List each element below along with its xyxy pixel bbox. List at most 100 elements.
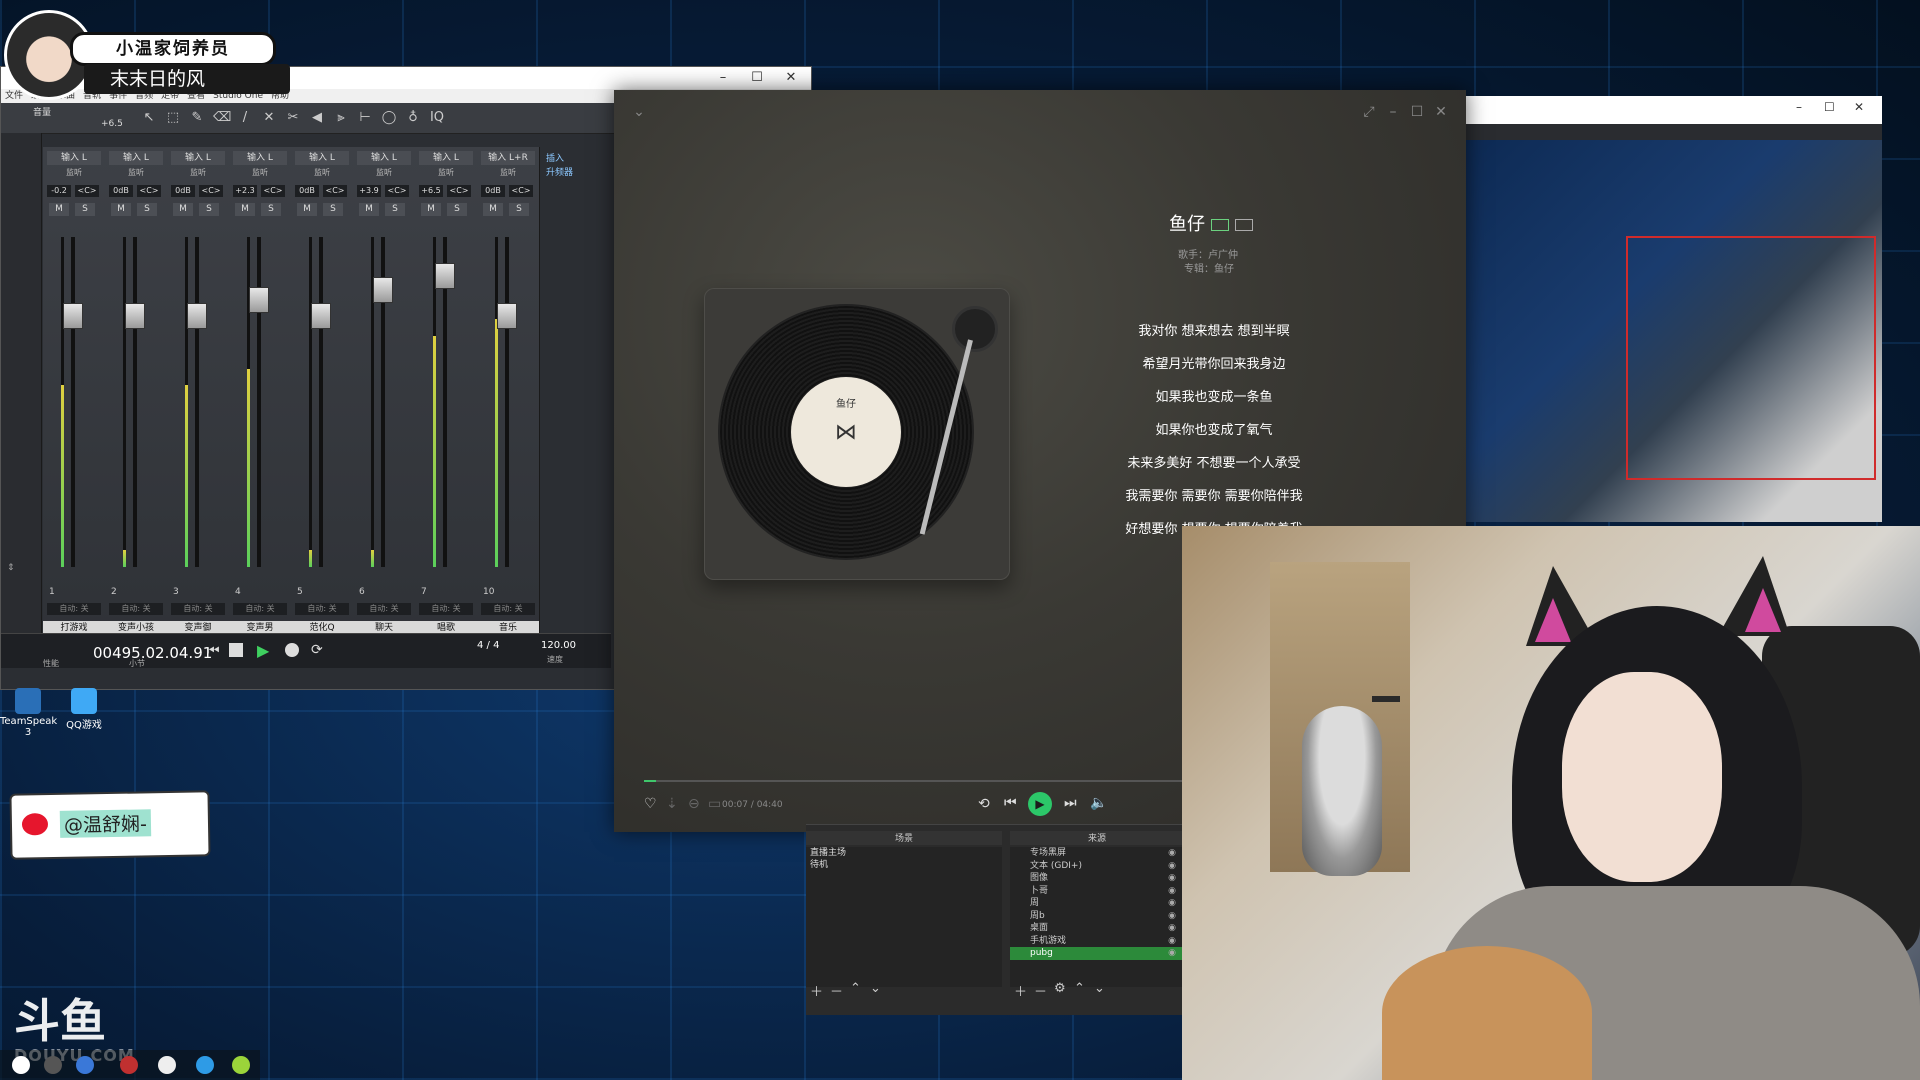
visibility-eye-icon[interactable]: ◉	[1168, 860, 1176, 873]
scene-item[interactable]: 直播主场	[806, 847, 1002, 859]
volume-fader[interactable]	[497, 303, 517, 329]
mute-button[interactable]: M	[421, 203, 441, 216]
source-item[interactable]: 周b ◉	[1010, 910, 1184, 923]
visibility-eye-icon[interactable]: ◉	[1168, 897, 1176, 910]
minimize-icon[interactable]: –	[1384, 104, 1402, 120]
solo-button[interactable]: S	[447, 203, 467, 216]
move-down-icon[interactable]: ⌄	[870, 981, 881, 996]
mute-button[interactable]: M	[173, 203, 193, 216]
automation-mode[interactable]: 自动: 关	[233, 603, 287, 615]
play-icon[interactable]: ▶	[257, 641, 269, 660]
source-item[interactable]: 周 ◉	[1010, 897, 1184, 910]
channel-db[interactable]: +2.3	[233, 185, 257, 197]
collapse-icon[interactable]: ⌄	[630, 104, 648, 120]
pencil-tool-icon[interactable]: ✎	[189, 110, 205, 126]
source-up-icon[interactable]: ⌃	[1074, 981, 1085, 996]
close-icon[interactable]: ✕	[1432, 104, 1450, 120]
source-settings-icon[interactable]: ⚙	[1054, 981, 1066, 996]
channel-monitor[interactable]: 监听	[481, 167, 535, 179]
channel-monitor[interactable]: 监听	[295, 167, 349, 179]
channel-monitor[interactable]: 监听	[233, 167, 287, 179]
channel-input[interactable]: 输入 L	[171, 151, 225, 165]
maximize-icon[interactable]: ☐	[1824, 100, 1835, 114]
volume-fader[interactable]	[63, 303, 83, 329]
channel-input[interactable]: 输入 L	[419, 151, 473, 165]
volume-icon[interactable]: 🔈	[1090, 795, 1107, 811]
channel-pan[interactable]: <C>	[261, 185, 285, 197]
source-item[interactable]: 专场黑屏 ◉	[1010, 847, 1184, 860]
solo-button[interactable]: S	[323, 203, 343, 216]
insert-sub-label[interactable]: 升频器	[546, 165, 573, 178]
zoom-icon[interactable]: ◯	[381, 110, 397, 126]
remove-source-icon[interactable]: －	[1034, 981, 1047, 1000]
move-up-icon[interactable]: ⌃	[850, 981, 861, 996]
fullscreen-icon[interactable]: ⤢	[1360, 104, 1378, 120]
source-item[interactable]: pubg ◉	[1010, 947, 1184, 960]
channel-db[interactable]: +6.5	[419, 185, 443, 197]
split-tool-icon[interactable]: ✂	[285, 110, 301, 126]
sidebar-arrows-icon[interactable]: ⇕	[7, 563, 15, 573]
automation-mode[interactable]: 自动: 关	[47, 603, 101, 615]
add-scene-icon[interactable]: ＋	[810, 981, 823, 1000]
automation-mode[interactable]: 自动: 关	[481, 603, 535, 615]
paint-tool-icon[interactable]: /	[237, 110, 253, 126]
channel-input[interactable]: 输入 L	[109, 151, 163, 165]
solo-button[interactable]: S	[137, 203, 157, 216]
range-tool-icon[interactable]: ⬚	[165, 110, 181, 126]
automation-mode[interactable]: 自动: 关	[109, 603, 163, 615]
channel-monitor[interactable]: 监听	[171, 167, 225, 179]
desktop-icon-teamspeak[interactable]: TeamSpeak 3	[0, 688, 57, 738]
insert-label[interactable]: 插入	[546, 151, 564, 164]
visibility-eye-icon[interactable]: ◉	[1168, 910, 1176, 923]
channel-monitor[interactable]: 监听	[357, 167, 411, 179]
automation-mode[interactable]: 自动: 关	[357, 603, 411, 615]
play-button[interactable]: ▶	[1028, 792, 1052, 816]
channel-pan[interactable]: <C>	[199, 185, 223, 197]
channel-input[interactable]: 输入 L	[357, 151, 411, 165]
channel-db[interactable]: 0dB	[295, 185, 319, 197]
taskbar-app-icon[interactable]	[158, 1056, 176, 1074]
volume-fader[interactable]	[311, 303, 331, 329]
channel-monitor[interactable]: 监听	[109, 167, 163, 179]
maximize-icon[interactable]: ☐	[747, 70, 767, 86]
visibility-eye-icon[interactable]: ◉	[1168, 922, 1176, 935]
solo-button[interactable]: S	[75, 203, 95, 216]
source-item[interactable]: 桌面 ◉	[1010, 922, 1184, 935]
channel-input[interactable]: 输入 L+R	[481, 151, 535, 165]
channel-pan[interactable]: <C>	[137, 185, 161, 197]
taskbar-app-icon[interactable]	[76, 1056, 94, 1074]
rewind-icon[interactable]: ⏮	[207, 643, 220, 659]
mute-button[interactable]: M	[235, 203, 255, 216]
like-icon[interactable]: ♡	[644, 796, 657, 812]
visibility-eye-icon[interactable]: ◉	[1168, 872, 1176, 885]
loop-mode-icon[interactable]: ⟲	[978, 796, 990, 812]
quantize-icon[interactable]: ⊢	[357, 110, 373, 126]
channel-monitor[interactable]: 监听	[47, 167, 101, 179]
metronome-icon[interactable]: ♁	[405, 110, 421, 126]
visibility-eye-icon[interactable]: ◉	[1168, 885, 1176, 898]
mute-button[interactable]: M	[297, 203, 317, 216]
mute-button[interactable]: M	[49, 203, 69, 216]
visibility-eye-icon[interactable]: ◉	[1168, 935, 1176, 948]
pointer-tool-icon[interactable]: ↖	[141, 110, 157, 126]
dislike-icon[interactable]: ⇣	[666, 796, 678, 812]
visibility-eye-icon[interactable]: ◉	[1168, 847, 1176, 860]
mute-button[interactable]: M	[111, 203, 131, 216]
taskbar-app-icon[interactable]	[44, 1056, 62, 1074]
snap-icon[interactable]: ⫸	[333, 110, 349, 126]
song-album[interactable]: 专辑：鱼仔	[1184, 260, 1234, 275]
taskbar-app-icon[interactable]	[232, 1056, 250, 1074]
stop-icon[interactable]	[229, 643, 243, 657]
mute-button[interactable]: M	[483, 203, 503, 216]
taskbar-app-icon[interactable]	[120, 1056, 138, 1074]
source-item[interactable]: 文本 (GDI+) ◉	[1010, 860, 1184, 873]
solo-button[interactable]: S	[385, 203, 405, 216]
comment-icon[interactable]: ⊖	[688, 796, 700, 812]
source-item[interactable]: 卜哥 ◉	[1010, 885, 1184, 898]
volume-fader[interactable]	[373, 277, 393, 303]
automation-mode[interactable]: 自动: 关	[419, 603, 473, 615]
channel-db[interactable]: 0dB	[171, 185, 195, 197]
channel-pan[interactable]: <C>	[447, 185, 471, 197]
channel-input[interactable]: 输入 L	[47, 151, 101, 165]
mute-tool-icon[interactable]: ✕	[261, 110, 277, 126]
